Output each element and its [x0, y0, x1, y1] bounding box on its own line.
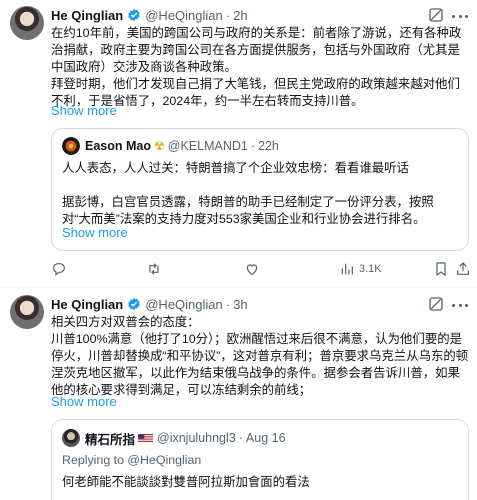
- views-icon: [341, 263, 353, 275]
- reply-icon: [53, 263, 65, 276]
- author-handle[interactable]: @HeQinglian: [145, 297, 223, 312]
- quoted-tweet[interactable]: Eason Mao ☢ @KELMAND1 · 22h 人人表态，人人过关：特朗…: [51, 128, 469, 251]
- verified-badge-icon: [128, 297, 140, 311]
- more-icon[interactable]: [452, 297, 468, 313]
- tweet[interactable]: He Qinglian @HeQinglian · 2h 在约10年前，美国的跨…: [0, 0, 477, 290]
- quote-author-name: 精石所指: [85, 432, 136, 447]
- author-handle[interactable]: @HeQinglian: [145, 8, 223, 23]
- separator-dot: ·: [238, 431, 243, 445]
- like-icon: [246, 264, 258, 276]
- tweet-text: 在约10年前，美国的跨国公司与政府的关系是：前者除了游说，还有各种政治捐献，政府…: [51, 26, 462, 108]
- reply-button[interactable]: [51, 259, 67, 279]
- separator-dot: ·: [250, 139, 256, 153]
- grok-icon[interactable]: [428, 7, 444, 23]
- quote-author-handle: @ixnjuluhngl3: [157, 431, 236, 445]
- us-flag-icon: [138, 434, 154, 442]
- quote-text: 人人表态，人人过关：特朗普搞了个企业效忠榜：看看谁最听话 据彭博，白宫官员透露，…: [62, 161, 434, 226]
- retweet-button[interactable]: [146, 259, 162, 279]
- action-bar: 3.1K: [51, 259, 471, 279]
- tweet-header: He Qinglian @HeQinglian · 3h: [51, 295, 248, 313]
- bookmark-button[interactable]: [433, 259, 449, 279]
- quote-header: 精石所指 @ixnjuluhngl3 · Aug 16: [85, 429, 286, 447]
- share-button[interactable]: [455, 259, 471, 279]
- separator-dot: ·: [225, 7, 231, 23]
- quote-text: 何老師能不能談談對雙普阿拉斯加會面的看法: [62, 475, 310, 489]
- verified-badge-icon: [128, 8, 140, 22]
- bookmark-icon: [436, 262, 446, 277]
- more-icon[interactable]: [452, 8, 468, 24]
- quote-header: Eason Mao ☢ @KELMAND1 · 22h: [85, 137, 279, 155]
- replying-to-text: Replying to @HeQinglian: [62, 453, 202, 467]
- timestamp[interactable]: 3h: [233, 297, 247, 312]
- quoted-tweet[interactable]: 精石所指 @ixnjuluhngl3 · Aug 16 Replying to …: [51, 419, 469, 500]
- tweet[interactable]: He Qinglian @HeQinglian · 3h 相关四方对双普会的态度…: [0, 288, 477, 500]
- avatar[interactable]: [10, 295, 44, 329]
- views-button[interactable]: 3.1K: [339, 259, 382, 279]
- avatar: [62, 137, 80, 155]
- quote-author-name: Eason Mao: [85, 139, 151, 153]
- author-name[interactable]: He Qinglian: [51, 8, 123, 23]
- separator-dot: ·: [225, 296, 231, 312]
- show-more-link[interactable]: Show more: [51, 394, 117, 409]
- author-name[interactable]: He Qinglian: [51, 297, 123, 312]
- avatar: [62, 429, 80, 447]
- like-button[interactable]: [244, 259, 260, 279]
- timestamp[interactable]: 2h: [233, 8, 247, 23]
- quote-show-more-link[interactable]: Show more: [62, 225, 128, 240]
- radioactive-badge-icon: ☢: [154, 139, 165, 153]
- tweet-text: 相关四方对双普会的态度： 川普100%满意（他打了10分）；欧洲醒悟过来后很不满…: [51, 315, 469, 397]
- retweet-icon: [149, 263, 159, 275]
- tweet-header: He Qinglian @HeQinglian · 2h: [51, 6, 248, 24]
- grok-icon[interactable]: [428, 296, 444, 312]
- quote-timestamp: 22h: [258, 139, 279, 153]
- share-icon: [457, 262, 469, 275]
- quote-timestamp: Aug 16: [245, 431, 286, 445]
- show-more-link[interactable]: Show more: [51, 103, 117, 118]
- views-count: 3.1K: [359, 263, 382, 275]
- avatar[interactable]: [10, 6, 44, 40]
- quote-author-handle: @KELMAND1: [167, 139, 248, 153]
